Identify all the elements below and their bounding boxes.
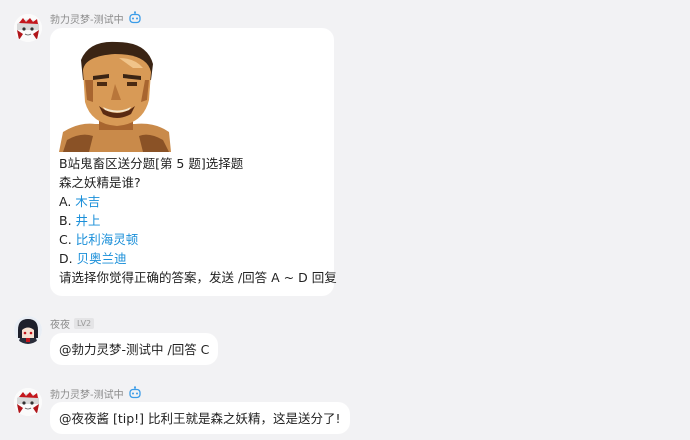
option-b: B. 井上 [59,211,325,230]
robot-icon [128,386,142,400]
sender-name[interactable]: 夜夜 [50,316,70,331]
option-c: C. 比利海灵顿 [59,230,325,249]
message-text: @夜夜酱 [tip!] 比利王就是森之妖精，这是送分了! [59,411,341,426]
sender-row: 勃力灵梦-测试中 [50,11,142,26]
option-b-link[interactable]: 井上 [76,213,101,228]
quiz-title: B站鬼畜区送分题[第 5 题]选择题 [59,156,244,171]
message-bubble[interactable]: B站鬼畜区送分题[第 5 题]选择题 森之妖精是谁? A. 木吉 B. 井上 C… [50,28,337,296]
meme-image[interactable] [59,40,171,152]
robot-icon [128,11,142,25]
bot-avatar[interactable] [14,388,42,416]
option-a: A. 木吉 [59,192,325,211]
option-d: D. 贝奥兰迪 [59,249,325,268]
message-bubble[interactable]: @夜夜酱 [tip!] 比利王就是森之妖精，这是送分了! [50,402,350,434]
sender-name[interactable]: 勃力灵梦-测试中 [50,386,124,401]
message-text: @勃力灵梦-测试中 /回答 C [59,342,210,357]
option-c-link[interactable]: 比利海灵顿 [76,232,139,247]
option-letter: C. [59,232,72,247]
option-letter: A. [59,194,72,209]
quiz-question: 森之妖精是谁? [59,175,141,190]
option-d-link[interactable]: 贝奥兰迪 [77,251,127,266]
level-badge: LV2 [74,317,95,329]
quiz-instruction: 请选择你觉得正确的答案，发送 /回答 A ~ D 回复 [59,270,337,285]
user-avatar[interactable] [14,316,42,344]
option-letter: B. [59,213,72,228]
sender-name[interactable]: 勃力灵梦-测试中 [50,11,124,26]
message-bubble[interactable]: @勃力灵梦-测试中 /回答 C [50,333,219,365]
bot-avatar[interactable] [14,14,42,42]
option-a-link[interactable]: 木吉 [75,194,100,209]
sender-row: 夜夜 LV2 [50,316,95,331]
sender-row: 勃力灵梦-测试中 [50,386,142,401]
option-letter: D. [59,251,73,266]
